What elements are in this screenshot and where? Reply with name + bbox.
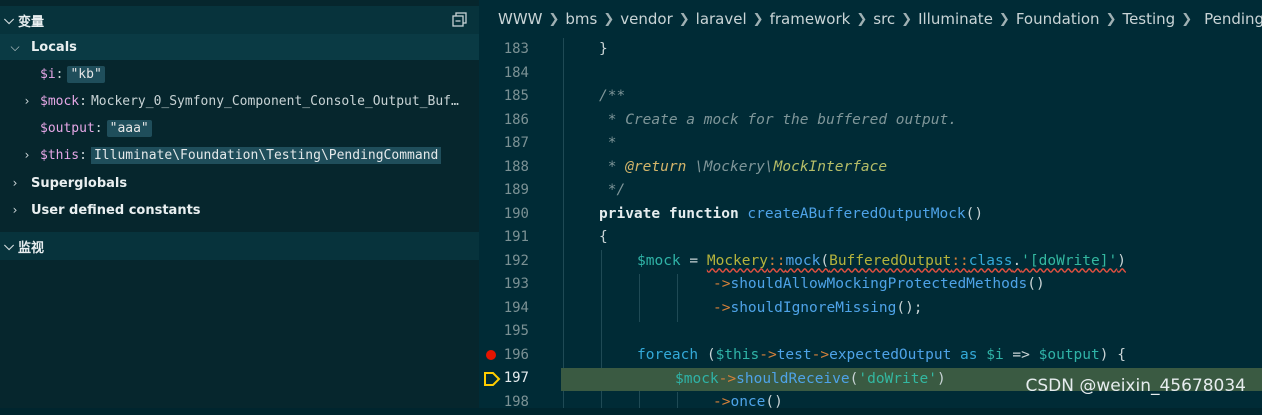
code-line[interactable]: */ xyxy=(561,179,1262,203)
variable-name: $i xyxy=(40,66,56,82)
variable-row[interactable]: › $mock : Mockery_0_Symfony_Component_Co… xyxy=(0,88,479,114)
code-line[interactable]: foreach ($this->test->expectedOutput as … xyxy=(561,344,1262,368)
breakpoint-icon[interactable] xyxy=(486,349,496,360)
variables-section-header[interactable]: ⌵ 变量 xyxy=(0,6,479,34)
variable-name: $mock xyxy=(40,93,80,109)
breadcrumb: WWW ❯ bms ❯ vendor ❯ laravel ❯ framework ❯ sr… xyxy=(479,0,1262,38)
line-number[interactable]: 192 xyxy=(479,250,559,274)
variable-row[interactable]: $i : "kb" xyxy=(0,61,479,87)
code-line[interactable]: ->shouldAllowMockingProtectedMethods() xyxy=(561,273,1262,297)
chevron-right-icon: ❯ xyxy=(548,11,560,27)
watch-title: 监视 xyxy=(18,240,45,256)
code-line[interactable]: * Create a mock for the buffered output. xyxy=(561,109,1262,133)
line-number[interactable]: 198 xyxy=(479,391,559,415)
code-line[interactable]: private function createABufferedOutputMo… xyxy=(561,203,1262,227)
superglobals-label: Superglobals xyxy=(31,175,128,191)
line-number[interactable]: 183 xyxy=(479,38,559,62)
line-number[interactable]: 193 xyxy=(479,273,559,297)
chevron-right-icon[interactable]: › xyxy=(20,94,34,108)
variable-row[interactable]: $output : "aaa" xyxy=(0,115,479,141)
breadcrumb-item[interactable]: framework xyxy=(770,10,851,28)
code-line[interactable]: { xyxy=(561,226,1262,250)
chevron-right-icon: ❯ xyxy=(1181,11,1193,27)
variable-value: "aaa" xyxy=(106,119,152,137)
variable-name: $output xyxy=(40,120,95,136)
breadcrumb-item[interactable]: Illuminate xyxy=(918,10,993,28)
variables-title: 变量 xyxy=(18,14,45,30)
line-number[interactable]: 185 xyxy=(479,85,559,109)
breadcrumb-item[interactable]: Testing xyxy=(1122,10,1175,28)
chevron-right-icon: ❯ xyxy=(752,11,764,27)
chevron-right-icon: ❯ xyxy=(998,11,1010,27)
locals-label: Locals xyxy=(31,39,77,55)
variable-value: "kb" xyxy=(67,65,105,83)
current-execution-arrow-icon[interactable] xyxy=(483,371,501,387)
chevron-right-icon: › xyxy=(12,176,18,190)
line-number[interactable]: 190 xyxy=(479,203,559,227)
chevron-right-icon: ❯ xyxy=(1105,11,1117,27)
chevron-right-icon: ❯ xyxy=(901,11,913,27)
line-number[interactable]: 186 xyxy=(479,109,559,133)
code-line[interactable]: } xyxy=(561,38,1262,62)
line-number[interactable]: 194 xyxy=(479,297,559,321)
line-number[interactable]: 184 xyxy=(479,62,559,86)
breadcrumb-item[interactable]: laravel xyxy=(696,10,747,28)
chevron-right-icon: › xyxy=(12,203,18,217)
code-line[interactable]: /** xyxy=(561,85,1262,109)
line-number[interactable]: 195 xyxy=(479,320,559,344)
breadcrumb-item[interactable]: bms xyxy=(565,10,597,28)
code-line[interactable]: $mock = Mockery::mock(BufferedOutput::cl… xyxy=(561,250,1262,274)
line-number[interactable]: 191 xyxy=(479,226,559,250)
chevron-down-icon: ⌵ xyxy=(4,12,14,28)
breadcrumb-item[interactable]: Foundation xyxy=(1016,10,1100,28)
breadcrumb-item[interactable]: WWW xyxy=(498,10,543,28)
chevron-right-icon: ❯ xyxy=(856,11,868,27)
chevron-down-icon: ⌵ xyxy=(4,238,14,254)
watch-section-header[interactable]: ⌵ 监视 xyxy=(0,232,479,260)
watermark: CSDN @weixin_45678034 xyxy=(1025,376,1246,396)
collapse-all-icon[interactable] xyxy=(451,11,469,29)
superglobals-scope[interactable]: › Superglobals xyxy=(0,170,479,196)
chevron-right-icon: ❯ xyxy=(603,11,615,27)
chevron-right-icon: ❯ xyxy=(678,11,690,27)
breadcrumb-item[interactable]: src xyxy=(873,10,895,28)
variable-value: Mockery_0_Symfony_Component_Console_Outp… xyxy=(90,93,466,109)
line-number[interactable]: 188 xyxy=(479,156,559,180)
user-constants-scope[interactable]: › User defined constants xyxy=(0,197,479,223)
chevron-right-icon[interactable]: › xyxy=(20,148,34,162)
code-line[interactable]: * xyxy=(561,132,1262,156)
chevron-down-icon: ⌵ xyxy=(10,39,20,54)
variable-row[interactable]: › $this : Illuminate\Foundation\Testing\… xyxy=(0,142,479,168)
code-editor[interactable]: WWW ❯ bms ❯ vendor ❯ laravel ❯ framework ❯ sr… xyxy=(479,0,1262,410)
line-number[interactable]: 187 xyxy=(479,132,559,156)
variable-name: $this xyxy=(40,147,80,163)
code-line[interactable]: * @return \Mockery\MockInterface xyxy=(561,156,1262,180)
breadcrumb-item[interactable]: vendor xyxy=(620,10,672,28)
breadcrumb-item[interactable]: PendingCom xyxy=(1204,10,1262,28)
code-line[interactable] xyxy=(561,62,1262,86)
line-number[interactable]: 196 xyxy=(479,344,559,368)
code-line[interactable] xyxy=(561,320,1262,344)
code-line[interactable]: ->shouldIgnoreMissing(); xyxy=(561,297,1262,321)
locals-scope[interactable]: ⌵ Locals xyxy=(0,34,479,60)
debug-panel: ⌵ 变量 ⌵ Locals $i : "kb" › $mock : Mocker… xyxy=(0,0,479,408)
line-number[interactable]: 189 xyxy=(479,179,559,203)
line-number[interactable]: 197 xyxy=(479,367,559,391)
variable-value: Illuminate\Foundation\Testing\PendingCom… xyxy=(90,146,442,164)
user-constants-label: User defined constants xyxy=(31,202,201,218)
